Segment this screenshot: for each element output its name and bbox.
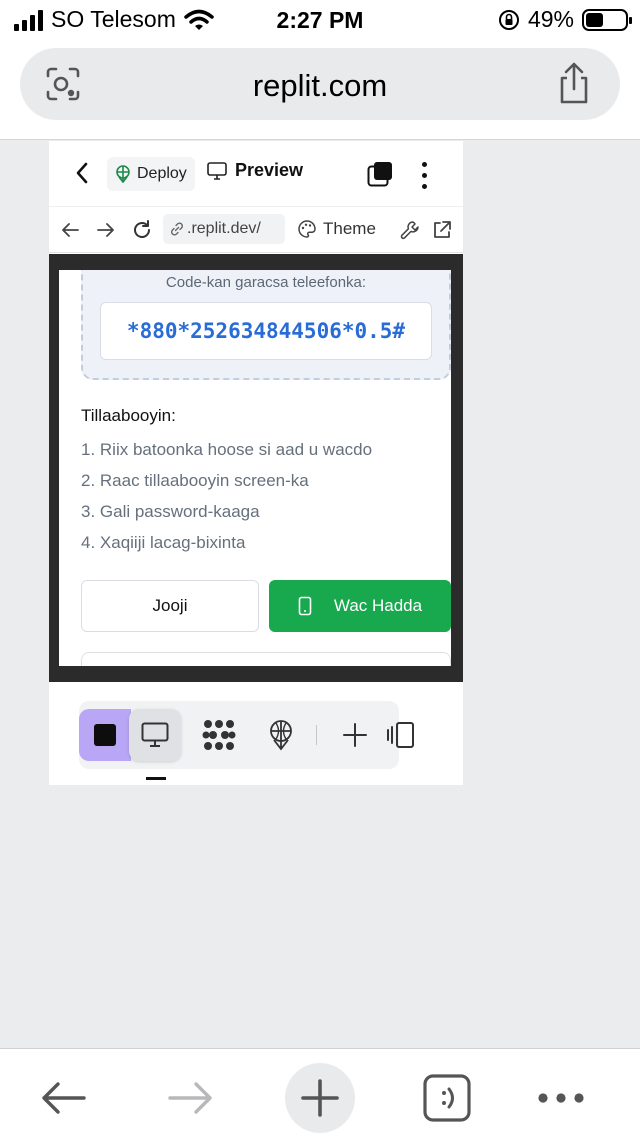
phone-icon (298, 596, 312, 616)
back-chevron-icon[interactable] (73, 161, 91, 185)
panel-toggle-icon (387, 722, 414, 748)
active-tab-indicator (146, 777, 166, 780)
deploy-label: Deploy (137, 165, 187, 182)
link-icon (170, 222, 184, 236)
external-link-icon[interactable] (431, 219, 453, 241)
orientation-lock-icon (498, 9, 519, 30)
preview-address-text: .replit.dev/ (187, 220, 261, 237)
step-item: 2. Raac tillaabooyin screen-ka (81, 471, 309, 490)
new-tab-button[interactable] (285, 1063, 355, 1133)
tab-switcher-icon (423, 1074, 471, 1122)
cancel-button-label: Jooji (152, 596, 188, 615)
steps-title: Tillaabooyin: (81, 406, 176, 425)
deploy-icon (116, 165, 130, 183)
battery-percent: 49% (527, 6, 574, 32)
panel-toggle-button[interactable] (381, 709, 421, 761)
preview-label: Preview (235, 160, 304, 180)
preview-address-field[interactable]: .replit.dev/ (163, 214, 285, 244)
tabs-button[interactable] (412, 1063, 482, 1133)
url-field[interactable]: replit.com (20, 48, 620, 120)
preview-nav: .replit.dev/ Theme (49, 207, 463, 253)
replit-toolbar (79, 701, 414, 769)
arrow-left-icon (42, 1082, 86, 1114)
share-icon[interactable] (554, 62, 594, 106)
steps-list: 1. Riix batoonka hoose si aad u wacdo 2.… (81, 440, 372, 564)
palette-icon (298, 220, 316, 238)
step-item: 1. Riix batoonka hoose si aad u wacdo (81, 440, 373, 459)
new-window-icon[interactable] (367, 161, 393, 187)
wrench-icon[interactable] (399, 219, 421, 241)
url-text: replit.com (252, 68, 388, 103)
add-tool-button[interactable] (329, 709, 381, 761)
status-bar: SO Telesom 2:27 PM 49% (0, 0, 640, 42)
next-card-peek (81, 652, 451, 666)
code-box: Code-kan garacsa teleefonka: *880*252634… (81, 270, 451, 380)
preview-viewport: Code-kan garacsa teleefonka: *880*252634… (49, 254, 463, 682)
stop-button[interactable] (79, 709, 131, 761)
arrow-left-icon[interactable] (59, 219, 81, 241)
browser-bottom-bar (0, 1048, 640, 1136)
plus-icon (301, 1079, 339, 1117)
step-item: 4. Xaqiiji lacag-bixinta (81, 533, 246, 552)
theme-button[interactable]: Theme (297, 219, 376, 239)
app-preview: Code-kan garacsa teleefonka: *880*252634… (59, 270, 451, 666)
browser-address-bar: replit.com (0, 42, 640, 140)
workflow-icon (202, 720, 236, 750)
code-label: Code-kan garacsa teleefonka: (165, 274, 367, 291)
workflow-button[interactable] (193, 709, 245, 761)
more-vertical-icon[interactable] (419, 159, 429, 189)
monitor-icon (141, 722, 169, 747)
replit-panel: Deploy Preview .replit.dev/ Theme Code-k… (49, 141, 463, 785)
toolbar-divider (316, 725, 317, 745)
arrow-right-icon[interactable] (95, 219, 117, 241)
more-horizontal-icon (538, 1093, 584, 1103)
cancel-button[interactable]: Jooji (81, 580, 259, 632)
monitor-icon (207, 161, 227, 180)
more-options-button[interactable] (526, 1063, 596, 1133)
plus-icon (343, 723, 367, 747)
stop-icon (94, 724, 116, 746)
arrow-right-icon (168, 1082, 212, 1114)
preview-tool-button[interactable] (129, 709, 181, 761)
call-now-label: Wac Hadda (333, 596, 423, 615)
browser-back-button[interactable] (28, 1063, 98, 1133)
deployments-button[interactable] (255, 709, 307, 761)
ussd-code[interactable]: *880*252634844506*0.5# (100, 302, 432, 360)
theme-label: Theme (323, 219, 376, 238)
step-item: 3. Gali password-kaaga (81, 502, 260, 521)
replit-header: Deploy Preview (49, 141, 463, 207)
deploy-icon (270, 720, 292, 751)
battery-icon (582, 8, 632, 31)
browser-forward-button[interactable] (156, 1063, 226, 1133)
preview-tab[interactable]: Preview (207, 160, 303, 181)
call-now-button[interactable]: Wac Hadda (269, 580, 451, 632)
deploy-tab[interactable]: Deploy (107, 157, 195, 191)
status-right: 49% (498, 6, 632, 33)
reload-icon[interactable] (131, 219, 153, 241)
